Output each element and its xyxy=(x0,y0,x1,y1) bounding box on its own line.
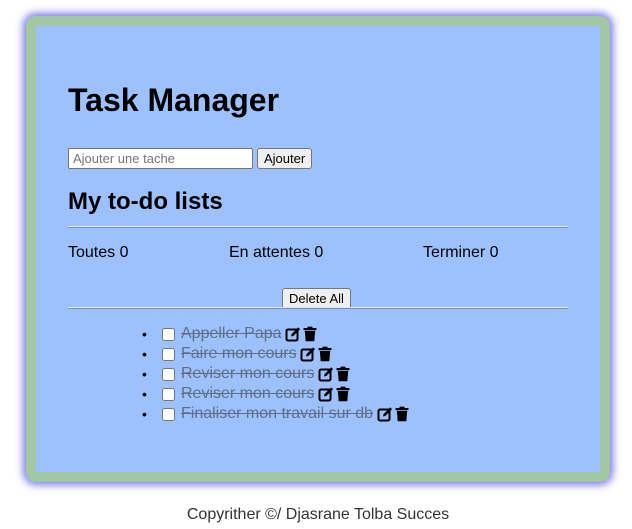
todo-item: • Finaliser mon travail sur db xyxy=(142,404,410,424)
trash-icon-graphic xyxy=(336,386,350,402)
todo-text: Faire mon cours xyxy=(181,345,297,362)
bullet: • xyxy=(142,386,147,402)
todo-lists-heading: My to-do lists xyxy=(68,188,223,215)
todo-text: Finaliser mon travail sur db xyxy=(181,405,374,422)
add-task-button[interactable]: Ajouter xyxy=(257,148,313,169)
trash-icon[interactable] xyxy=(334,366,351,383)
page-title: Task Manager xyxy=(68,82,280,118)
todo-checkbox[interactable] xyxy=(162,347,175,361)
edit-icon[interactable] xyxy=(285,326,302,343)
trash-icon-graphic xyxy=(336,366,350,382)
task-input[interactable] xyxy=(68,148,253,169)
delete-all-button[interactable]: Delete All xyxy=(282,288,351,309)
done-tasks-count: Terminer 0 xyxy=(423,244,499,261)
edit-icon-graphic xyxy=(300,347,316,362)
todo-list: • Appeller Papa • Faire mon cours • Revi… xyxy=(142,324,410,424)
all-tasks-count: Toutes 0 xyxy=(68,244,129,261)
todo-item: • Reviser mon cours xyxy=(142,384,410,404)
trash-icon[interactable] xyxy=(393,406,410,423)
todo-item: • Reviser mon cours xyxy=(142,364,410,384)
trash-icon[interactable] xyxy=(302,326,319,343)
divider xyxy=(68,307,568,309)
edit-icon[interactable] xyxy=(376,406,393,423)
edit-icon-graphic xyxy=(318,367,333,382)
trash-icon-graphic xyxy=(303,326,317,342)
todo-text: Reviser mon cours xyxy=(181,385,315,402)
task-manager-panel: Task Manager Ajouter My to-do lists Tout… xyxy=(36,26,600,472)
trash-icon-graphic xyxy=(318,346,332,362)
bullet: • xyxy=(142,406,147,422)
add-task-form: Ajouter xyxy=(68,148,313,169)
edit-icon[interactable] xyxy=(317,386,334,403)
todo-checkbox[interactable] xyxy=(162,387,175,401)
todo-text: Appeller Papa xyxy=(181,325,282,342)
edit-icon-graphic xyxy=(377,407,392,422)
todo-checkbox[interactable] xyxy=(162,327,175,341)
edit-icon-graphic xyxy=(318,387,333,402)
trash-icon-graphic xyxy=(395,406,409,422)
todo-text: Reviser mon cours xyxy=(181,365,315,382)
todo-item: • Appeller Papa xyxy=(142,324,410,344)
edit-icon[interactable] xyxy=(317,366,334,383)
bullet: • xyxy=(142,326,147,342)
todo-item: • Faire mon cours xyxy=(142,344,410,364)
edit-icon-graphic xyxy=(285,327,301,342)
todo-checkbox[interactable] xyxy=(162,407,175,421)
footer-copyright: Copyrither ©/ Djasrane Tolba Succes xyxy=(186,506,450,523)
trash-icon[interactable] xyxy=(317,346,334,363)
task-manager-card: Task Manager Ajouter My to-do lists Tout… xyxy=(26,16,610,482)
todo-checkbox[interactable] xyxy=(162,367,175,381)
bullet: • xyxy=(142,366,147,382)
bullet: • xyxy=(142,346,147,362)
waiting-tasks-count: En attentes 0 xyxy=(229,244,324,261)
edit-icon[interactable] xyxy=(300,346,317,363)
trash-icon[interactable] xyxy=(334,386,351,403)
divider xyxy=(68,226,568,228)
